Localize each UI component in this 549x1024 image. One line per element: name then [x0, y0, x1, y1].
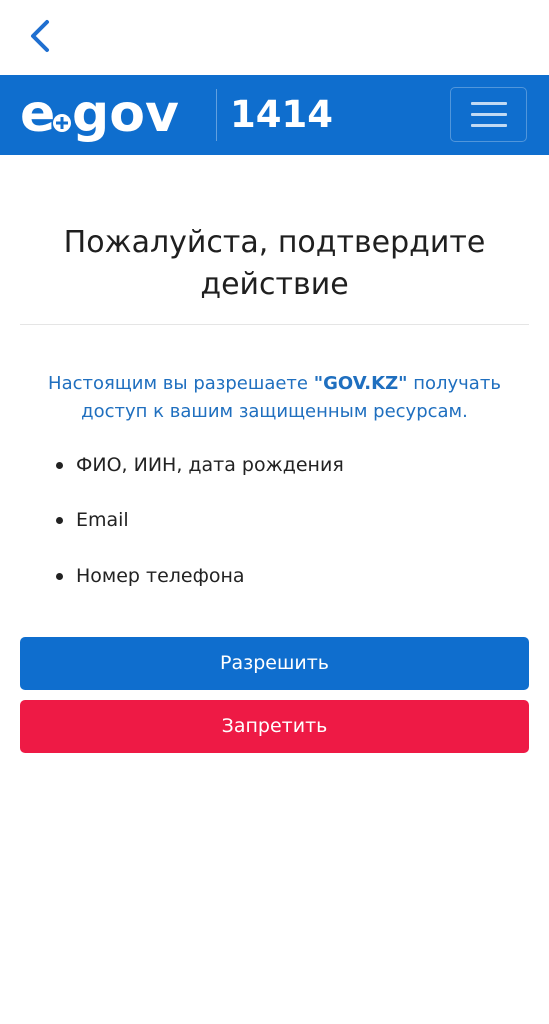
svg-text:e: e	[20, 85, 55, 144]
menu-button[interactable]	[450, 87, 527, 142]
permission-item: Номер телефона	[56, 563, 245, 589]
egov-logo[interactable]: e gov	[20, 85, 200, 145]
egov-logo-mark: e gov	[20, 85, 179, 144]
header-divider	[216, 89, 217, 141]
svg-text:gov: gov	[72, 85, 179, 144]
permission-item: ФИО, ИИН, дата рождения	[56, 452, 344, 478]
divider	[20, 324, 529, 325]
bullet-icon	[56, 572, 63, 580]
permission-item: Email	[56, 507, 129, 533]
bullet-icon	[56, 516, 63, 524]
egov-header: e gov 1414	[0, 75, 549, 155]
allow-button[interactable]: Разрешить	[20, 637, 529, 690]
bullet-icon	[56, 461, 63, 469]
chevron-left-icon	[31, 20, 49, 52]
top-bar	[0, 0, 549, 75]
app-name: "GOV.KZ"	[313, 373, 408, 394]
page-title: Пожалуйста, подтвердите действие	[63, 225, 486, 302]
consent-intro: Настоящим вы разрешаете "GOV.KZ" получат…	[48, 373, 501, 422]
hamburger-menu-icon	[470, 102, 507, 105]
back-button[interactable]	[22, 14, 58, 58]
deny-button[interactable]: Запретить	[20, 700, 529, 753]
hotline-number[interactable]: 1414	[230, 89, 333, 141]
